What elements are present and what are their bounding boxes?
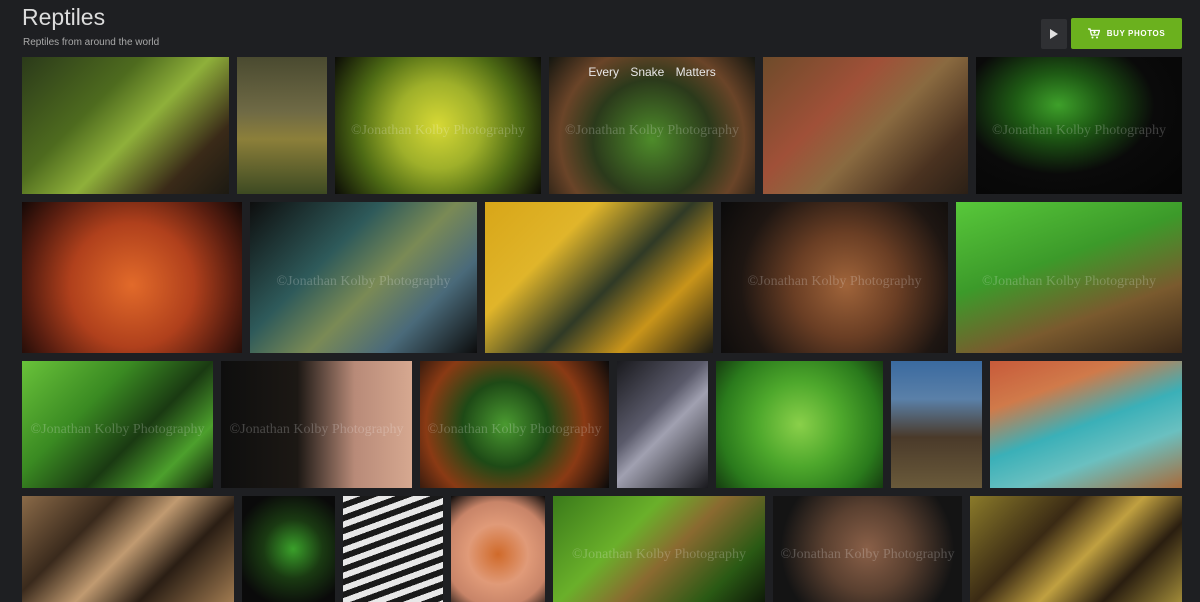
photo-tile[interactable]: [485, 202, 713, 353]
photo-tile[interactable]: ©Jonathan Kolby Photography: [420, 361, 609, 488]
photo-tile[interactable]: [891, 361, 982, 488]
photo-tile[interactable]: [22, 57, 229, 194]
play-icon: [1050, 29, 1058, 39]
gallery-title: Reptiles: [22, 4, 106, 30]
photo-tile[interactable]: ©Jonathan Kolby Photography: [22, 361, 213, 488]
photo-tile[interactable]: [242, 496, 335, 602]
photo-tile[interactable]: ©Jonathan Kolby Photography: [721, 202, 948, 353]
watermark-text: ©Jonathan Kolby Photography: [780, 546, 955, 562]
photo-tile[interactable]: Every Snake Matters ©Jonathan Kolby Phot…: [549, 57, 755, 194]
gallery-subtitle: Reptiles from around the world: [23, 37, 160, 48]
photo-tile[interactable]: [716, 361, 883, 488]
photo-tile[interactable]: [22, 202, 242, 353]
photo-tile[interactable]: ©Jonathan Kolby Photography: [250, 202, 477, 353]
watermark-text: ©Jonathan Kolby Photography: [982, 274, 1156, 290]
gallery-header: Reptiles Reptiles from around the world …: [0, 0, 1200, 58]
buy-photos-label: BUY PHOTOS: [1106, 29, 1166, 38]
photo-tile[interactable]: [990, 361, 1182, 488]
photo-tile[interactable]: ©Jonathan Kolby Photography: [976, 57, 1182, 194]
watermark-text: ©Jonathan Kolby Photography: [572, 546, 746, 562]
watermark-text: ©Jonathan Kolby Photography: [747, 274, 922, 290]
watermark-text: ©Jonathan Kolby Photography: [30, 421, 205, 437]
buy-photos-button[interactable]: BUY PHOTOS: [1071, 18, 1182, 49]
watermark-text: ©Jonathan Kolby Photography: [992, 122, 1166, 138]
slideshow-play-button[interactable]: [1041, 19, 1067, 49]
photo-tile[interactable]: ©Jonathan Kolby Photography: [956, 202, 1182, 353]
photo-tile[interactable]: ©Jonathan Kolby Photography: [335, 57, 541, 194]
photo-tile[interactable]: [22, 496, 234, 602]
photo-tile[interactable]: ©Jonathan Kolby Photography: [221, 361, 412, 488]
photo-tile[interactable]: [970, 496, 1182, 602]
photo-tile[interactable]: [237, 57, 327, 194]
photo-tile[interactable]: [343, 496, 443, 602]
watermark-text: ©Jonathan Kolby Photography: [427, 421, 602, 437]
watermark-text: ©Jonathan Kolby Photography: [229, 421, 404, 437]
photo-tile[interactable]: [763, 57, 968, 194]
photo-tile[interactable]: ©Jonathan Kolby Photography: [773, 496, 962, 602]
cart-icon: [1087, 28, 1100, 39]
watermark-text: ©Jonathan Kolby Photography: [351, 122, 525, 138]
photo-tile[interactable]: [451, 496, 545, 602]
photo-caption: Every Snake Matters: [588, 65, 716, 79]
watermark-text: ©Jonathan Kolby Photography: [565, 122, 739, 138]
watermark-text: ©Jonathan Kolby Photography: [276, 274, 451, 290]
photo-tile[interactable]: [617, 361, 708, 488]
photo-tile[interactable]: ©Jonathan Kolby Photography: [553, 496, 765, 602]
